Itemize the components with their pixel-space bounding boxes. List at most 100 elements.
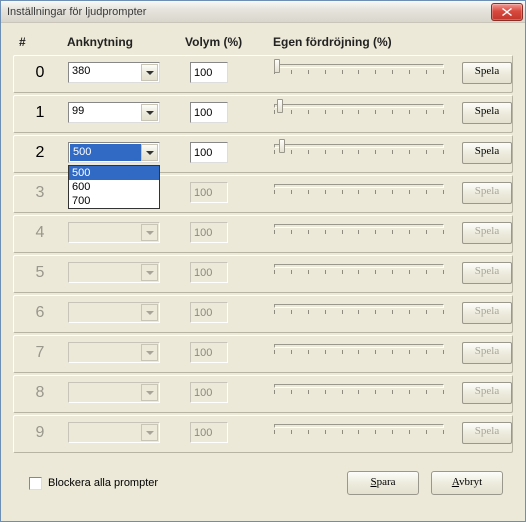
row-index: 6 — [20, 302, 60, 322]
column-headers: # Anknytning Volym (%) Egen fördröjning … — [13, 35, 513, 55]
window-title: Inställningar för ljudprompter — [7, 6, 491, 18]
delay-slider — [274, 224, 444, 235]
slider-thumb[interactable] — [277, 99, 283, 113]
header-delay: Egen fördröjning (%) — [273, 35, 453, 49]
row-panel: 8Spela — [13, 375, 513, 413]
extension-combo — [68, 302, 160, 323]
client-area: # Anknytning Volym (%) Egen fördröjning … — [1, 23, 525, 521]
row-index: 3 — [20, 182, 60, 202]
volume-input — [190, 382, 228, 403]
delay-slider[interactable] — [274, 64, 444, 75]
extension-combo[interactable]: 500 — [68, 142, 160, 163]
extension-combo — [68, 222, 160, 243]
combo-drop-button[interactable] — [141, 104, 158, 121]
combo-drop-button[interactable] — [141, 144, 158, 161]
row-panel: 2500Spela500600700 — [13, 135, 513, 173]
play-button: Spela — [462, 382, 512, 404]
combo-drop-button[interactable] — [141, 64, 158, 81]
combo-drop-button — [141, 304, 158, 321]
titlebar: Inställningar för ljudprompter — [1, 1, 525, 23]
combo-drop-button — [141, 424, 158, 441]
volume-input[interactable] — [190, 102, 228, 123]
row-index: 0 — [20, 62, 60, 82]
row-panel: 7Spela — [13, 335, 513, 373]
row-index: 4 — [20, 222, 60, 242]
play-button[interactable]: Spela — [462, 142, 512, 164]
play-button: Spela — [462, 302, 512, 324]
volume-input[interactable] — [190, 62, 228, 83]
volume-input[interactable] — [190, 142, 228, 163]
delay-slider[interactable] — [274, 104, 444, 115]
rows-container: 0380Spela199Spela2500Spela5006007003Spel… — [13, 55, 513, 453]
chevron-down-icon — [146, 231, 154, 235]
combo-drop-button — [141, 384, 158, 401]
chevron-down-icon — [146, 431, 154, 435]
play-button: Spela — [462, 182, 512, 204]
delay-slider[interactable] — [274, 144, 444, 155]
delay-slider — [274, 424, 444, 435]
extension-combo — [68, 262, 160, 283]
row-index: 5 — [20, 262, 60, 282]
play-button: Spela — [462, 222, 512, 244]
chevron-down-icon — [146, 111, 154, 115]
dialog-window: Inställningar för ljudprompter # Anknytn… — [0, 0, 526, 522]
combo-drop-button — [141, 224, 158, 241]
row-panel: 6 Spela — [13, 295, 513, 333]
slider-thumb[interactable] — [279, 139, 285, 153]
save-button[interactable]: Spara — [347, 471, 419, 495]
header-extension: Anknytning — [67, 35, 177, 49]
dropdown-option[interactable]: 600 — [69, 180, 159, 194]
row-panel: 0 380 Spela — [13, 55, 513, 93]
block-all-label: Blockera alla prompter — [48, 477, 158, 489]
cancel-button[interactable]: Avbryt — [431, 471, 503, 495]
row-panel: 5 Spela — [13, 255, 513, 293]
volume-input — [190, 182, 228, 203]
extension-combo-value — [69, 303, 141, 322]
play-button[interactable]: Spela — [462, 62, 512, 84]
chevron-down-icon — [146, 151, 154, 155]
volume-input — [190, 222, 228, 243]
extension-dropdown-list[interactable]: 500600700 — [68, 165, 160, 209]
volume-input — [190, 302, 228, 323]
extension-combo[interactable]: 99 — [68, 102, 160, 123]
chevron-down-icon — [146, 271, 154, 275]
delay-slider — [274, 384, 444, 395]
dropdown-option[interactable]: 700 — [69, 194, 159, 208]
extension-combo-value: 380 — [69, 63, 141, 82]
block-all-checkbox[interactable] — [29, 477, 42, 490]
play-button: Spela — [462, 262, 512, 284]
play-button: Spela — [462, 422, 512, 444]
extension-combo-value — [69, 383, 141, 402]
combo-drop-button — [141, 264, 158, 281]
row-panel: 9Spela — [13, 415, 513, 453]
combo-drop-button — [141, 344, 158, 361]
extension-combo — [68, 342, 160, 363]
extension-combo-value — [69, 223, 141, 242]
extension-combo — [68, 382, 160, 403]
chevron-down-icon — [146, 71, 154, 75]
volume-input — [190, 422, 228, 443]
chevron-down-icon — [146, 311, 154, 315]
delay-slider — [274, 304, 444, 315]
volume-input — [190, 342, 228, 363]
header-index: # — [19, 35, 59, 49]
close-icon — [502, 8, 512, 16]
extension-combo-value — [69, 263, 141, 282]
row-index: 1 — [20, 102, 60, 122]
extension-combo-value — [69, 423, 141, 442]
chevron-down-icon — [146, 391, 154, 395]
slider-thumb[interactable] — [274, 59, 280, 73]
extension-combo-value — [69, 343, 141, 362]
extension-combo[interactable]: 380 — [68, 62, 160, 83]
footer: Blockera alla prompter Spara Avbryt — [13, 455, 513, 503]
extension-combo — [68, 422, 160, 443]
play-button[interactable]: Spela — [462, 102, 512, 124]
chevron-down-icon — [146, 351, 154, 355]
row-panel: 1 99 Spela — [13, 95, 513, 133]
row-panel: 4 Spela — [13, 215, 513, 253]
delay-slider — [274, 344, 444, 355]
close-button[interactable] — [491, 3, 523, 21]
dropdown-option[interactable]: 500 — [69, 166, 159, 180]
row-index: 7 — [20, 342, 60, 362]
extension-combo-value: 99 — [69, 103, 141, 122]
